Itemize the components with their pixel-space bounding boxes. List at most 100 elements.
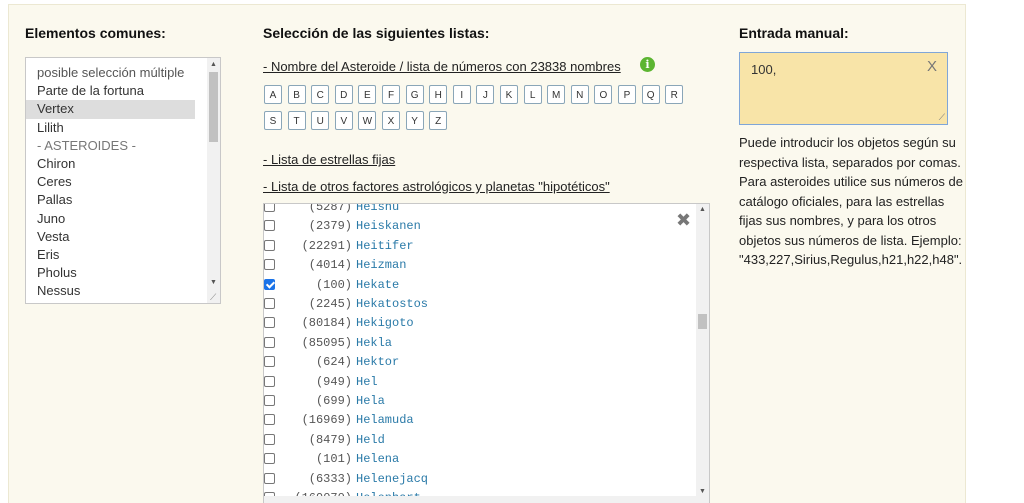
asteroid-checkbox[interactable] — [264, 278, 275, 290]
asteroid-name[interactable]: Hela — [356, 392, 385, 411]
letter-button[interactable]: D — [334, 85, 353, 104]
asteroid-name[interactable]: Hekate — [356, 276, 399, 295]
asteroid-checkbox[interactable] — [264, 356, 275, 368]
letter-button[interactable]: G — [405, 85, 424, 104]
scroll-up-arrow-icon[interactable]: ▲ — [696, 206, 709, 213]
asteroid-row[interactable]: (949) Hel — [264, 373, 694, 392]
asteroid-name[interactable]: Helamuda — [356, 411, 414, 430]
asteroid-name[interactable]: Hel — [356, 373, 378, 392]
scroll-down-arrow-icon[interactable]: ▼ — [696, 488, 709, 495]
letter-button[interactable]: C — [311, 85, 330, 104]
asteroid-checkbox[interactable] — [264, 453, 275, 465]
letter-button[interactable]: O — [594, 85, 613, 104]
asteroid-checkbox[interactable] — [264, 336, 275, 348]
resize-grip-icon[interactable]: ⟋ — [210, 293, 219, 302]
asteroid-row[interactable]: (699) Hela — [264, 392, 694, 411]
asteroid-name[interactable]: Heiskanen — [356, 217, 421, 236]
asteroid-checkbox[interactable] — [264, 204, 275, 212]
asteroid-list-link[interactable]: - Nombre del Asteroide / lista de número… — [263, 59, 621, 74]
letter-button[interactable]: Z — [429, 111, 448, 130]
asteroid-row[interactable]: (4014) Heizman — [264, 256, 694, 275]
letter-button[interactable]: Q — [641, 85, 660, 104]
resize-grip-icon[interactable]: ⟋ — [939, 112, 945, 123]
asteroid-checkbox[interactable] — [264, 298, 275, 309]
asteroid-checkbox[interactable] — [264, 395, 275, 406]
asteroid-row[interactable]: (624) Hektor — [264, 353, 694, 372]
letter-button[interactable]: X — [382, 111, 400, 130]
asteroid-row[interactable]: (85095) Hekla — [264, 334, 694, 353]
asteroid-checkbox[interactable] — [264, 433, 275, 445]
asteroid-row[interactable]: (80184) Hekigoto — [264, 314, 694, 333]
common-option[interactable]: Nessus — [26, 282, 220, 300]
letter-button[interactable]: L — [523, 85, 542, 104]
scroll-down-arrow-icon[interactable]: ▼ — [207, 277, 220, 289]
manual-entry-value[interactable]: 100, — [751, 62, 776, 77]
letter-button[interactable]: K — [500, 85, 518, 104]
fixed-stars-link[interactable]: - Lista de estrellas fijas — [263, 152, 395, 167]
asteroid-row[interactable]: (2379) Heiskanen — [264, 217, 694, 236]
asteroid-name[interactable]: Heitifer — [356, 237, 414, 256]
common-option[interactable]: Pallas — [26, 191, 220, 209]
letter-button[interactable]: U — [311, 111, 330, 130]
common-option[interactable]: Vesta — [26, 228, 220, 246]
letter-button[interactable]: E — [358, 85, 377, 104]
common-option[interactable]: Vertex — [26, 100, 195, 119]
asteroid-row[interactable]: (5287) Heishu — [264, 204, 694, 217]
letter-button[interactable]: V — [334, 111, 353, 130]
scroll-thumb[interactable] — [209, 72, 218, 142]
info-icon[interactable]: i — [640, 57, 655, 72]
letter-button[interactable]: N — [570, 85, 589, 104]
asteroid-row[interactable]: (101) Helena — [264, 450, 694, 469]
scroll-thumb[interactable] — [698, 314, 707, 329]
common-option[interactable]: Juno — [26, 210, 220, 228]
letter-button[interactable]: T — [287, 111, 306, 130]
asteroid-name[interactable]: Hekatostos — [356, 295, 428, 314]
manual-entry-textarea[interactable]: 100, X ⟋ — [739, 52, 948, 125]
asteroid-name[interactable]: Hekla — [356, 334, 392, 353]
letter-button[interactable]: W — [358, 111, 377, 130]
close-list-icon[interactable]: ✖ — [676, 211, 691, 229]
asteroid-checkbox[interactable] — [264, 259, 275, 271]
clear-icon[interactable]: X — [927, 58, 937, 75]
asteroid-row[interactable]: (22291) Heitifer — [264, 237, 694, 256]
common-option[interactable]: Eris — [26, 246, 220, 264]
letter-button[interactable]: B — [287, 85, 306, 104]
asteroid-name[interactable]: Hektor — [356, 353, 399, 372]
asteroid-checkbox[interactable] — [264, 239, 275, 251]
common-option[interactable]: Chiron — [26, 155, 220, 173]
letter-button[interactable]: S — [264, 111, 282, 130]
other-factors-link[interactable]: - Lista de otros factores astrológicos y… — [263, 179, 610, 194]
common-option[interactable]: posible selección múltiple — [26, 64, 220, 82]
asteroid-checkbox[interactable] — [264, 220, 275, 232]
asteroid-name[interactable]: Helenejacq — [356, 470, 428, 489]
asteroid-name[interactable]: Heizman — [356, 256, 406, 275]
common-option[interactable]: - ASTEROIDES - — [26, 137, 220, 155]
letter-button[interactable]: A — [264, 85, 282, 104]
letter-button[interactable]: P — [618, 85, 636, 104]
asteroid-row[interactable]: (16969) Helamuda — [264, 411, 694, 430]
letter-button[interactable]: Y — [405, 111, 424, 130]
asteroid-row[interactable]: (8479) Held — [264, 431, 694, 450]
asteroid-name[interactable]: Hekigoto — [356, 314, 414, 333]
asteroid-row[interactable]: (6333) Helenejacq — [264, 470, 694, 489]
letter-button[interactable]: M — [547, 85, 566, 104]
letter-button[interactable]: F — [382, 85, 400, 104]
common-elements-select[interactable]: posible selección múltiple Parte de la fo… — [25, 57, 221, 304]
common-option[interactable]: Lilith — [26, 119, 220, 137]
asteroid-checkbox[interactable] — [264, 375, 275, 387]
asteroid-checkbox[interactable] — [264, 472, 275, 484]
common-list-scrollbar[interactable]: ▲ ▼ — [207, 58, 220, 303]
scroll-up-arrow-icon[interactable]: ▲ — [207, 59, 220, 71]
letter-button[interactable]: I — [452, 85, 471, 104]
common-option[interactable]: Parte de la fortuna — [26, 82, 220, 100]
horizontal-scrollbar[interactable] — [264, 496, 696, 503]
asteroid-checkbox[interactable] — [264, 414, 275, 426]
letter-button[interactable]: J — [476, 85, 495, 104]
letter-button[interactable]: R — [665, 85, 684, 104]
asteroid-name[interactable]: Helena — [356, 450, 399, 469]
asteroid-list-scrollbar[interactable]: ▲ ▼ — [696, 204, 709, 503]
asteroid-name[interactable]: Held — [356, 431, 385, 450]
common-option[interactable]: Ceres — [26, 173, 220, 191]
asteroid-row[interactable]: (2245) Hekatostos — [264, 295, 694, 314]
asteroid-checkbox[interactable] — [264, 317, 275, 329]
